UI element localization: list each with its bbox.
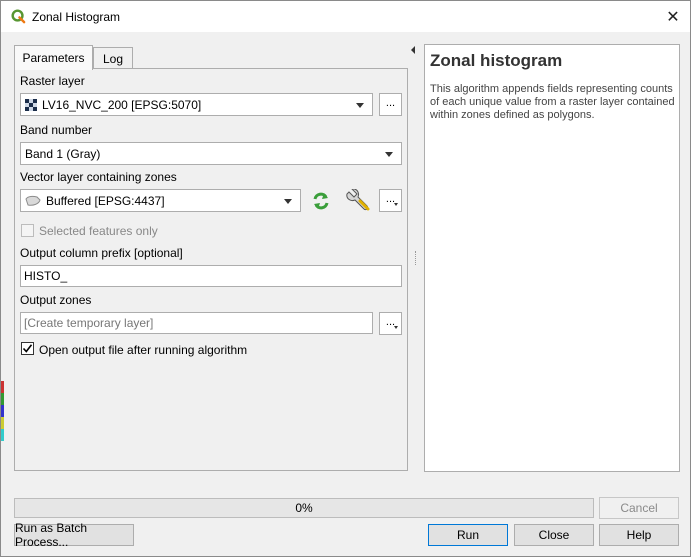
prefix-input[interactable]: HISTO_ [20,265,402,287]
close-window-button[interactable]: ✕ [656,1,690,32]
window-title: Zonal Histogram [32,10,121,24]
vector-options-button[interactable]: ... [379,189,402,212]
dialog-window: Zonal Histogram ✕ Parameters Log Raster … [0,0,691,557]
tab-log[interactable]: Log [93,47,133,69]
output-zones-browse-button[interactable]: ... [379,312,402,335]
chevron-down-icon [394,203,398,206]
band-number-combo[interactable]: Band 1 (Gray) [20,142,402,165]
progress-bar: 0% [14,498,594,518]
run-button[interactable]: Run [428,524,508,546]
qgis-logo-icon [11,9,26,24]
title-bar: Zonal Histogram ✕ [1,1,690,32]
cancel-button[interactable]: Cancel [599,497,679,519]
band-number-label: Band number [20,123,93,137]
help-description: This algorithm appends fields representi… [430,83,675,121]
close-icon: ✕ [666,8,680,26]
refresh-icon[interactable] [311,191,331,211]
splitter-handle[interactable] [415,251,417,265]
raster-layer-value: LV16_NVC_200 [EPSG:5070] [42,97,202,112]
progress-text: 0% [295,501,313,515]
parameters-panel: Raster layer LV16_NVC_200 [EPSG:5070] ..… [14,68,408,471]
checkmark-icon [22,344,33,353]
raster-layer-combo[interactable]: LV16_NVC_200 [EPSG:5070] [20,93,373,116]
open-output-checkbox[interactable] [21,342,34,355]
open-output-label: Open output file after running algorithm [39,343,248,357]
raster-layer-icon [25,98,37,111]
run-batch-button[interactable]: Run as Batch Process... [14,521,134,549]
tab-parameters[interactable]: Parameters [14,45,93,70]
browse-label: ... [385,97,396,109]
output-zones-input[interactable]: [Create temporary layer] [20,312,373,334]
raster-browse-button[interactable]: ... [379,93,402,116]
selected-only-label: Selected features only [39,224,158,238]
vector-layer-label: Vector layer containing zones [20,170,177,184]
help-title: Zonal histogram [430,51,563,70]
chevron-down-icon [394,326,398,329]
background-map-strip [1,381,4,441]
band-number-value: Band 1 (Gray) [25,146,101,161]
raster-layer-label: Raster layer [20,74,85,88]
prefix-label: Output column prefix [optional] [20,246,183,260]
help-button[interactable]: Help [599,524,679,546]
polygon-layer-icon [25,195,41,206]
chevron-down-icon [385,152,393,157]
output-zones-label: Output zones [20,293,92,307]
help-panel: Zonal histogram This algorithm appends f… [424,44,680,472]
vector-layer-combo[interactable]: Buffered [EPSG:4437] [20,189,301,212]
chevron-down-icon [284,199,292,204]
vector-layer-value: Buffered [EPSG:4437] [46,193,165,208]
selected-only-checkbox[interactable] [21,224,34,237]
close-button[interactable]: Close [514,524,594,546]
collapse-arrow-icon[interactable] [411,46,415,54]
chevron-down-icon [356,103,364,108]
wrench-icon[interactable] [345,189,371,213]
